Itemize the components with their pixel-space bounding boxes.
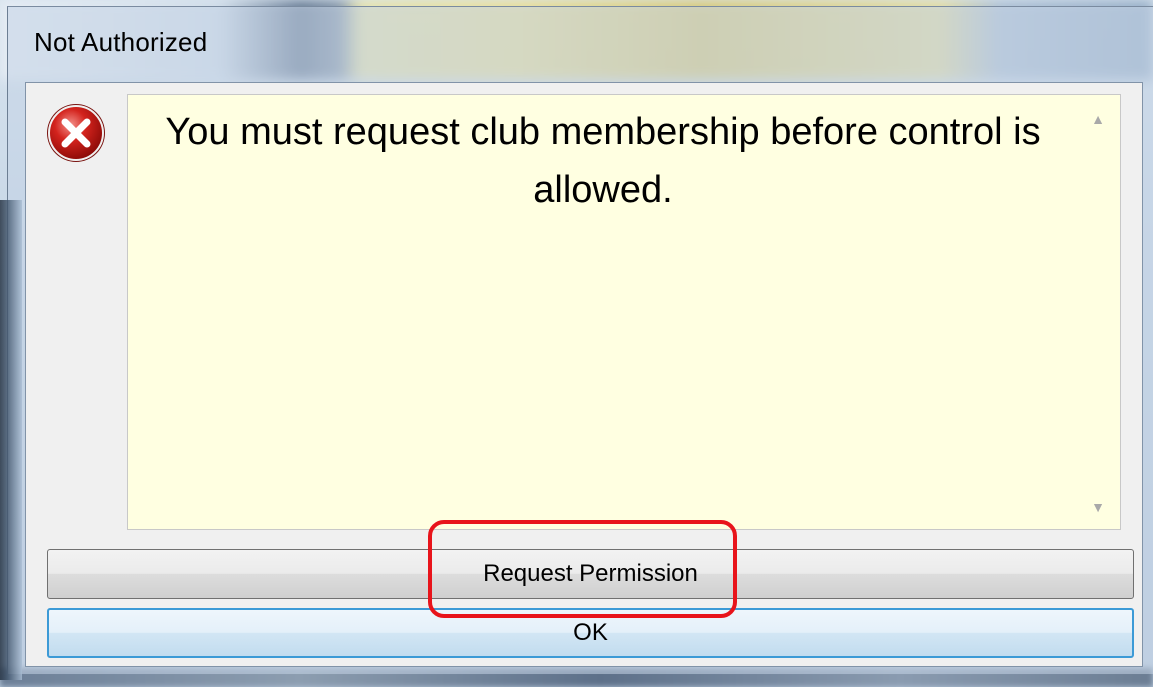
request-permission-button[interactable]: Request Permission	[47, 549, 1134, 599]
message-text: You must request club membership before …	[165, 111, 1041, 211]
window-edge-shadow	[0, 200, 22, 680]
message-textbox[interactable]: You must request club membership before …	[127, 94, 1121, 530]
ok-button[interactable]: OK	[47, 608, 1134, 658]
scroll-down-arrow-icon[interactable]: ▼	[1086, 497, 1110, 517]
screenshot-frame: Not Authorized You must request club mem…	[0, 0, 1153, 687]
scroll-up-arrow-icon[interactable]: ▲	[1086, 109, 1110, 129]
window-title: Not Authorized	[34, 27, 208, 57]
error-icon	[47, 104, 105, 162]
